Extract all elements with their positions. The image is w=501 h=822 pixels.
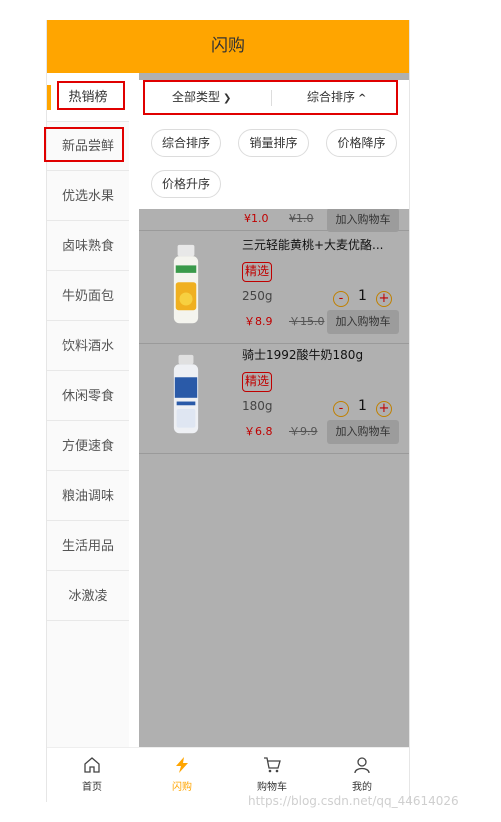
sidebar-item-label: 休闲零食 (61, 389, 114, 404)
sidebar-item-snacks[interactable]: 休闲零食 (47, 372, 129, 421)
sidebar-item-label: 粮油调味 (61, 489, 114, 504)
product-original-price: ¥1.0 (289, 212, 314, 225)
category-sidebar: 热销榜 新品尝鲜 优选水果 卤味熟食 牛奶面包 饮料酒水 休闲零食 方便速食 粮… (47, 73, 129, 747)
sidebar-item-label: 生活用品 (61, 539, 114, 554)
featured-badge: 精选 (242, 372, 273, 392)
active-indicator (47, 85, 51, 110)
product-row[interactable]: 骑士1992酸牛奶180g 精选 180g ￥6.8 ￥9.9 - 1 + 加入… (139, 343, 409, 454)
featured-badge: 精选 (242, 262, 273, 282)
sidebar-item-instant[interactable]: 方便速食 (47, 422, 129, 471)
sort-option-overall[interactable]: 综合排序 (151, 129, 221, 157)
product-name[interactable]: 三元轻能黄桃+大麦优酪... (242, 236, 404, 253)
add-to-cart-button[interactable]: 加入购物车 (327, 208, 399, 232)
product-price: ￥8.9 (244, 315, 273, 328)
product-original-price: ￥15.0 (289, 315, 325, 328)
quantity-value: 1 (358, 288, 367, 304)
add-to-cart-button[interactable]: 加入购物车 (327, 420, 399, 444)
sidebar-item-fruit[interactable]: 优选水果 (47, 172, 129, 221)
sidebar-item-label: 优选水果 (61, 189, 114, 204)
tab-profile-label: 我的 (352, 782, 372, 793)
sidebar-item-label: 牛奶面包 (61, 289, 114, 304)
home-icon (84, 757, 100, 773)
lightning-icon (176, 757, 188, 773)
sidebar-item-grain-oil[interactable]: 粮油调味 (47, 472, 129, 521)
phone-frame: 闪购 热销榜 新品尝鲜 优选水果 卤味熟食 牛奶面包 饮料酒水 休闲零食 方便速… (44, 20, 410, 802)
sidebar-item-label: 冰激凌 (68, 589, 108, 604)
tab-home-label: 首页 (82, 782, 102, 793)
product-original-price: ￥9.9 (289, 425, 318, 438)
sidebar-item-milk-bread[interactable]: 牛奶面包 (47, 272, 129, 321)
sidebar-item-deli[interactable]: 卤味熟食 (47, 222, 129, 271)
product-name[interactable]: 骑士1992酸牛奶180g (242, 346, 404, 363)
highlight-box-filter (143, 80, 398, 115)
product-price: ￥6.8 (244, 425, 273, 438)
sidebar-item-label: 方便速食 (61, 439, 114, 454)
increase-qty-button[interactable]: + (376, 291, 392, 307)
product-weight: 180g (242, 399, 273, 413)
highlight-box-hot (57, 81, 125, 110)
sort-option-sales[interactable]: 销量排序 (238, 129, 309, 157)
page-title: 闪购 (47, 20, 409, 73)
user-icon (354, 757, 370, 774)
yogurt-bottle-image (173, 244, 199, 324)
tab-flash-sale[interactable]: 闪购 (137, 748, 227, 802)
product-row[interactable]: 三元轻能黄桃+大麦优酪... 精选 250g ￥8.9 ￥15.0 - 1 + … (139, 233, 409, 344)
highlight-box-new (44, 127, 124, 162)
product-price: ¥1.0 (244, 212, 269, 225)
tab-cart-label: 购物车 (257, 782, 287, 793)
sidebar-item-icecream[interactable]: 冰激凌 (47, 572, 129, 621)
tab-flash-sale-label: 闪购 (172, 782, 192, 793)
quantity-value: 1 (358, 398, 367, 414)
sort-option-price-desc[interactable]: 价格降序 (326, 129, 397, 157)
sort-options-panel: 综合排序 销量排序 价格降序 价格升序 (139, 115, 409, 209)
sidebar-item-daily[interactable]: 生活用品 (47, 522, 129, 571)
watermark: https://blog.csdn.net/qq_44614026 (248, 794, 459, 808)
sidebar-item-label: 卤味熟食 (61, 239, 114, 254)
decrease-qty-button[interactable]: - (333, 291, 349, 307)
sidebar-item-label: 饮料酒水 (61, 339, 114, 354)
yogurt-bottle-image (173, 354, 199, 434)
sort-option-price-asc[interactable]: 价格升序 (151, 170, 221, 198)
increase-qty-button[interactable]: + (376, 401, 392, 417)
decrease-qty-button[interactable]: - (333, 401, 349, 417)
product-weight: 250g (242, 289, 273, 303)
cart-icon (264, 757, 281, 773)
sidebar-item-drinks[interactable]: 饮料酒水 (47, 322, 129, 371)
add-to-cart-button[interactable]: 加入购物车 (327, 310, 399, 334)
tab-home[interactable]: 首页 (47, 748, 137, 802)
